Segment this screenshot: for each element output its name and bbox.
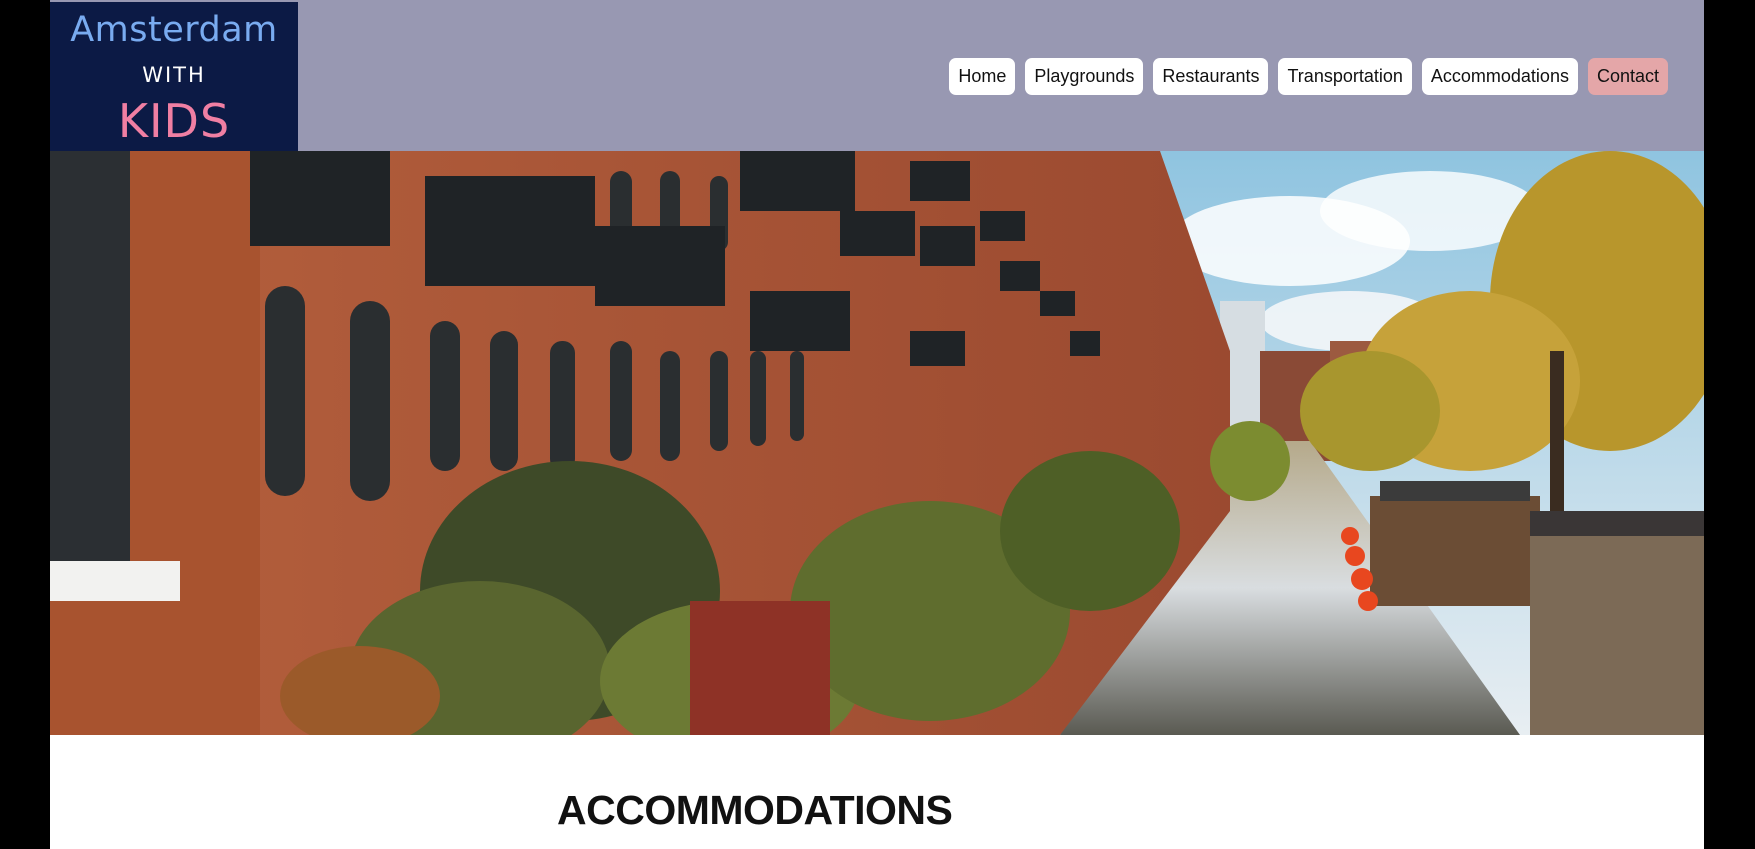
main-nav: Home Playgrounds Restaurants Transportat… [949,58,1668,95]
site-header: Amsterdam WITH KIDS Home Playgrounds Res… [50,0,1704,151]
canal-photo-illustration [50,151,1704,735]
logo-text-with: WITH [142,63,206,87]
nav-home[interactable]: Home [949,58,1016,95]
nav-playgrounds[interactable]: Playgrounds [1025,58,1144,95]
nav-transportation[interactable]: Transportation [1278,58,1412,95]
nav-contact[interactable]: Contact [1587,58,1668,95]
logo-text-kids: KIDS [117,94,231,148]
nav-restaurants[interactable]: Restaurants [1153,58,1269,95]
site-logo[interactable]: Amsterdam WITH KIDS [50,2,298,151]
page: Amsterdam WITH KIDS Home Playgrounds Res… [50,0,1704,849]
page-title: ACCOMMODATIONS [557,787,953,833]
hero-image [50,151,1704,735]
logo-text-amsterdam: Amsterdam [70,10,278,50]
nav-accommodations[interactable]: Accommodations [1421,58,1578,95]
